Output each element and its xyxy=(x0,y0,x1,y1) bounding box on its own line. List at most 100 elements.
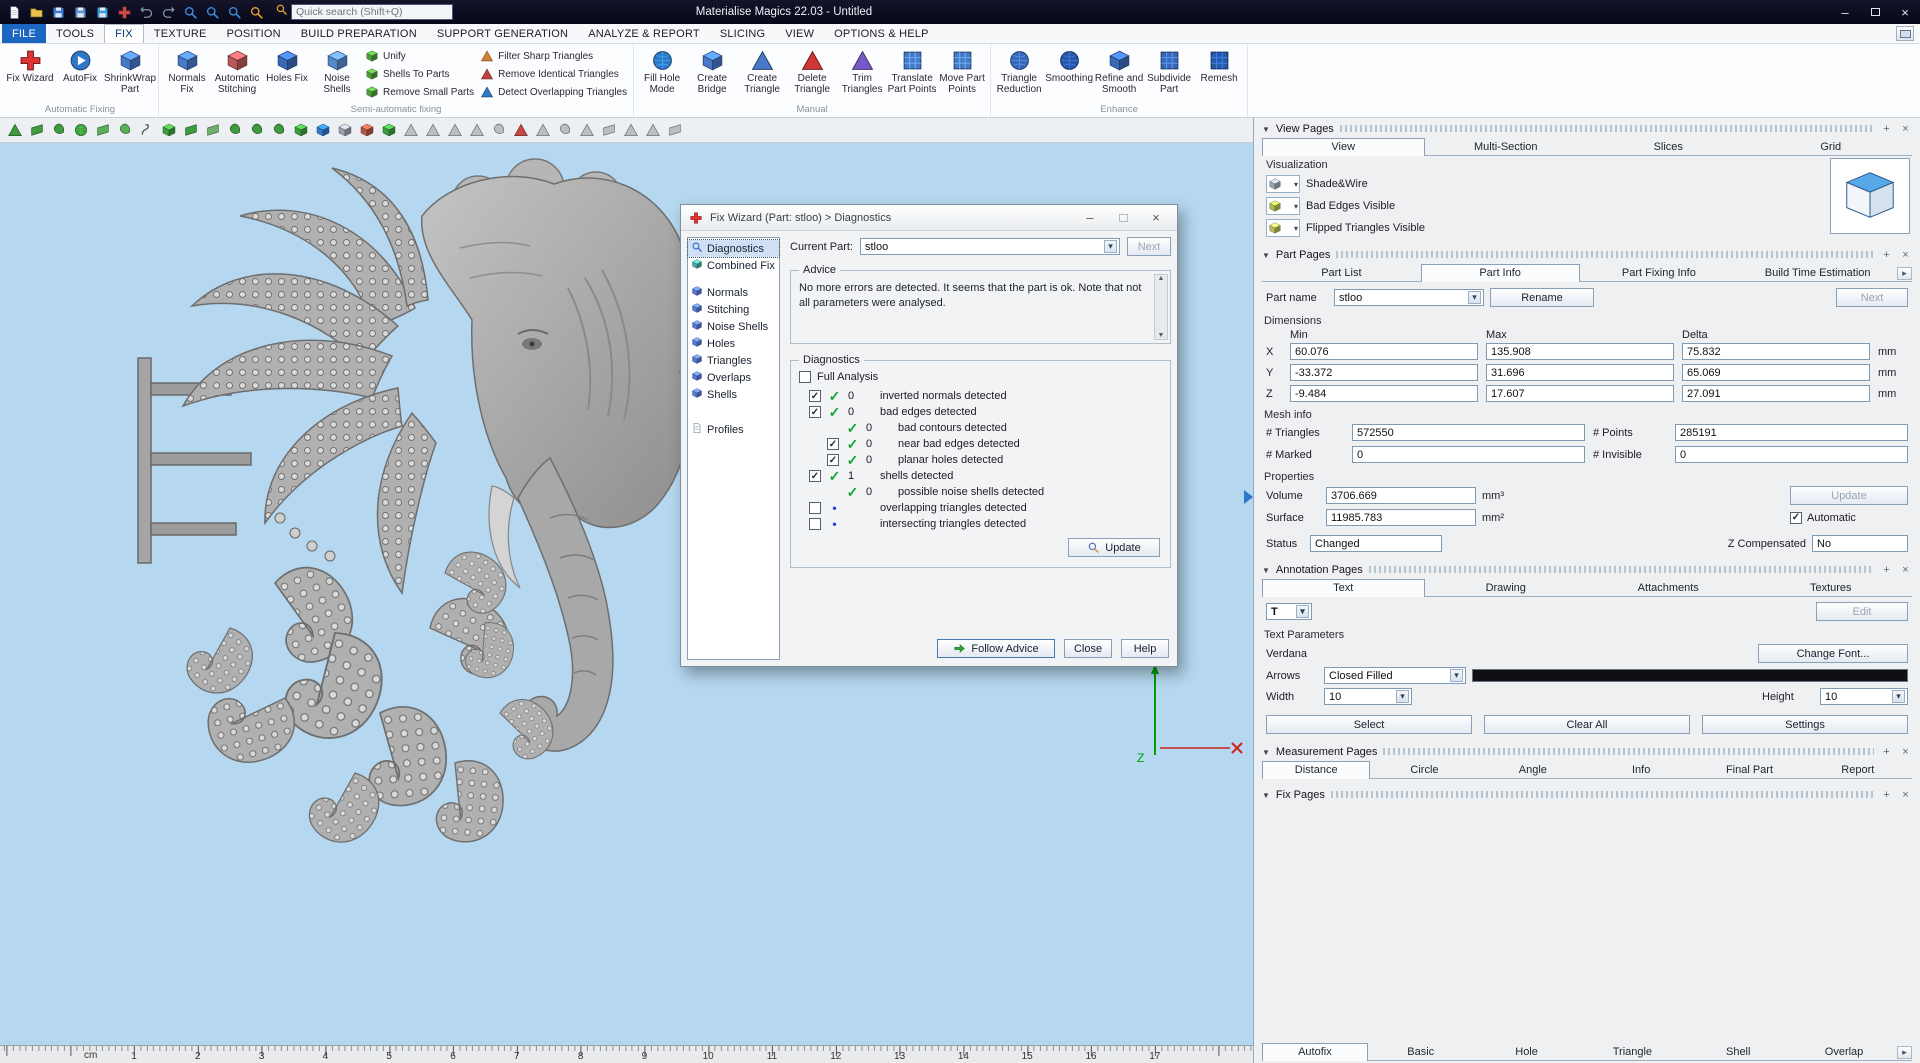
tab-annotation-drawing[interactable]: Drawing xyxy=(1425,579,1588,596)
settings-button[interactable]: Settings xyxy=(1702,715,1908,734)
volume-field[interactable]: 3706.669 xyxy=(1326,487,1476,504)
elephant-model[interactable] xyxy=(80,158,720,848)
tab-fix-basic[interactable]: Basic xyxy=(1368,1043,1474,1060)
remove-identical-triangles-button[interactable]: Remove Identical Triangles xyxy=(477,66,630,82)
autofix-button[interactable]: AutoFix xyxy=(55,45,105,104)
tab-measurement-report[interactable]: Report xyxy=(1804,761,1912,778)
update-button[interactable]: Update xyxy=(1068,538,1160,557)
view-cube-blue-icon[interactable] xyxy=(312,120,333,141)
remesh-button[interactable]: Remesh xyxy=(1194,45,1244,104)
create-bridge-button[interactable]: Create Bridge xyxy=(687,45,737,104)
tab-measurement-final-part[interactable]: Final Part xyxy=(1695,761,1803,778)
menu-tab-options-help[interactable]: OPTIONS & HELP xyxy=(824,24,939,43)
menu-tab-build-preparation[interactable]: BUILD PREPARATION xyxy=(291,24,427,43)
triangle-tool-11-icon[interactable] xyxy=(642,120,663,141)
dim-x-min-field[interactable]: 60.076 xyxy=(1290,343,1478,360)
tab-view-multi-section[interactable]: Multi-Section xyxy=(1425,138,1588,155)
mark-triangle-icon[interactable] xyxy=(4,120,25,141)
select-button[interactable]: Select xyxy=(1266,715,1472,734)
orientation-preview[interactable] xyxy=(1830,158,1910,234)
checkbox-icon[interactable] xyxy=(809,518,821,530)
next-button[interactable]: Next xyxy=(1127,237,1171,256)
menu-tab-analyze-report[interactable]: ANALYZE & REPORT xyxy=(578,24,710,43)
clear-all-button[interactable]: Clear All xyxy=(1484,715,1690,734)
panel-grabber[interactable] xyxy=(1383,748,1874,755)
tab-fix-triangle[interactable]: Triangle xyxy=(1579,1043,1685,1060)
triangle-tool-6-icon[interactable] xyxy=(532,120,553,141)
mark-freeform-icon[interactable] xyxy=(136,120,157,141)
tab-measurement-distance[interactable]: Distance xyxy=(1262,761,1370,779)
tab-fix-autofix[interactable]: Autofix xyxy=(1262,1043,1368,1061)
panel-grabber[interactable] xyxy=(1369,566,1874,573)
maximize-button[interactable] xyxy=(1860,0,1890,24)
dialog-minimize-button[interactable]: – xyxy=(1077,210,1103,225)
tab-part-part-info[interactable]: Part Info xyxy=(1421,264,1580,282)
create-triangle-button[interactable]: Create Triangle xyxy=(737,45,787,104)
wizard-page-overlaps[interactable]: Overlaps xyxy=(688,369,779,386)
menu-tab-file[interactable]: FILE xyxy=(2,24,46,43)
follow-advice-button[interactable]: Follow Advice xyxy=(937,639,1055,658)
open-file-icon[interactable] xyxy=(26,3,47,22)
new-project-icon[interactable] xyxy=(4,3,25,22)
dialog-close-action-button[interactable]: Close xyxy=(1064,639,1112,658)
triangle-tool-8-icon[interactable] xyxy=(576,120,597,141)
tab-view-grid[interactable]: Grid xyxy=(1750,138,1913,155)
part-name-combo[interactable]: stloo xyxy=(1334,289,1484,306)
close-panel-icon[interactable] xyxy=(1899,122,1912,135)
fix-wizard-button[interactable]: Fix Wizard xyxy=(5,45,55,104)
close-panel-icon[interactable] xyxy=(1899,248,1912,261)
wizard-page-diagnostics[interactable]: Diagnostics xyxy=(688,240,779,257)
pin-icon[interactable] xyxy=(1880,248,1893,261)
wizard-page-profiles[interactable]: Profiles xyxy=(688,421,779,438)
tab-annotation-text[interactable]: Text xyxy=(1262,579,1425,597)
view-cube-gray-icon[interactable] xyxy=(334,120,355,141)
dim-z-delta-field[interactable]: 27.091 xyxy=(1682,385,1870,402)
noise-shells-button[interactable]: Noise Shells xyxy=(312,45,362,104)
menu-tab-texture[interactable]: TEXTURE xyxy=(144,24,217,43)
panel-grabber[interactable] xyxy=(1340,125,1874,132)
shells-to-parts-button[interactable]: Shells To Parts xyxy=(362,66,477,82)
change-font-button[interactable]: Change Font... xyxy=(1758,644,1908,663)
tab-measurement-angle[interactable]: Angle xyxy=(1479,761,1587,778)
annotation-pages-header[interactable]: Annotation Pages xyxy=(1258,561,1916,578)
detect-overlapping-triangles-button[interactable]: Detect Overlapping Triangles xyxy=(477,84,630,100)
pin-icon[interactable] xyxy=(1880,745,1893,758)
current-part-combo[interactable]: stloo xyxy=(860,238,1120,255)
panel-collapse-arrow-icon[interactable] xyxy=(1244,490,1253,504)
tab-view-slices[interactable]: Slices xyxy=(1587,138,1750,155)
flipped-triangles-visible-icon[interactable]: ▾ xyxy=(1266,219,1300,237)
zoom-fit-icon[interactable] xyxy=(224,3,245,22)
tab-fix-shell[interactable]: Shell xyxy=(1685,1043,1791,1060)
measurement-pages-header[interactable]: Measurement Pages xyxy=(1258,743,1916,760)
smoothing-button[interactable]: Smoothing xyxy=(1044,45,1094,104)
menu-tab-slicing[interactable]: SLICING xyxy=(710,24,775,43)
part-next-button[interactable]: Next xyxy=(1836,288,1908,307)
pin-icon[interactable] xyxy=(1880,122,1893,135)
font-style-combo[interactable]: T xyxy=(1266,603,1312,620)
triangle-tool-12-icon[interactable] xyxy=(664,120,685,141)
mark-window-icon[interactable] xyxy=(92,120,113,141)
fix-pages-header[interactable]: Fix Pages xyxy=(1258,786,1916,803)
menu-tab-support-generation[interactable]: SUPPORT GENERATION xyxy=(427,24,578,43)
rename-button[interactable]: Rename xyxy=(1490,288,1594,307)
wizard-page-combined-fix[interactable]: Combined Fix xyxy=(688,257,779,274)
surface-field[interactable]: 11985.783 xyxy=(1326,509,1476,526)
close-button[interactable]: × xyxy=(1890,0,1920,24)
refine-and-smooth-button[interactable]: Refine and Smooth xyxy=(1094,45,1144,104)
holes-fix-button[interactable]: Holes Fix xyxy=(262,45,312,104)
save-as-icon[interactable] xyxy=(70,3,91,22)
dim-z-min-field[interactable]: -9.484 xyxy=(1290,385,1478,402)
dim-z-max-field[interactable]: 17.607 xyxy=(1486,385,1674,402)
menu-tab-tools[interactable]: TOOLS xyxy=(46,24,104,43)
import-part-icon[interactable] xyxy=(92,3,113,22)
checkbox-icon[interactable] xyxy=(809,502,821,514)
panel-grabber[interactable] xyxy=(1336,251,1874,258)
remove-small-parts-button[interactable]: Remove Small Parts xyxy=(362,84,477,100)
quick-search-input[interactable] xyxy=(291,4,453,20)
menu-tab-position[interactable]: POSITION xyxy=(217,24,291,43)
fill-hole-mode-button[interactable]: Fill Hole Mode xyxy=(637,45,687,104)
triangle-tool-4-icon[interactable] xyxy=(466,120,487,141)
shrink-marking-icon[interactable] xyxy=(246,120,267,141)
tab-part-build-time-estimation[interactable]: Build Time Estimation xyxy=(1738,264,1897,281)
close-part-icon[interactable] xyxy=(114,3,135,22)
